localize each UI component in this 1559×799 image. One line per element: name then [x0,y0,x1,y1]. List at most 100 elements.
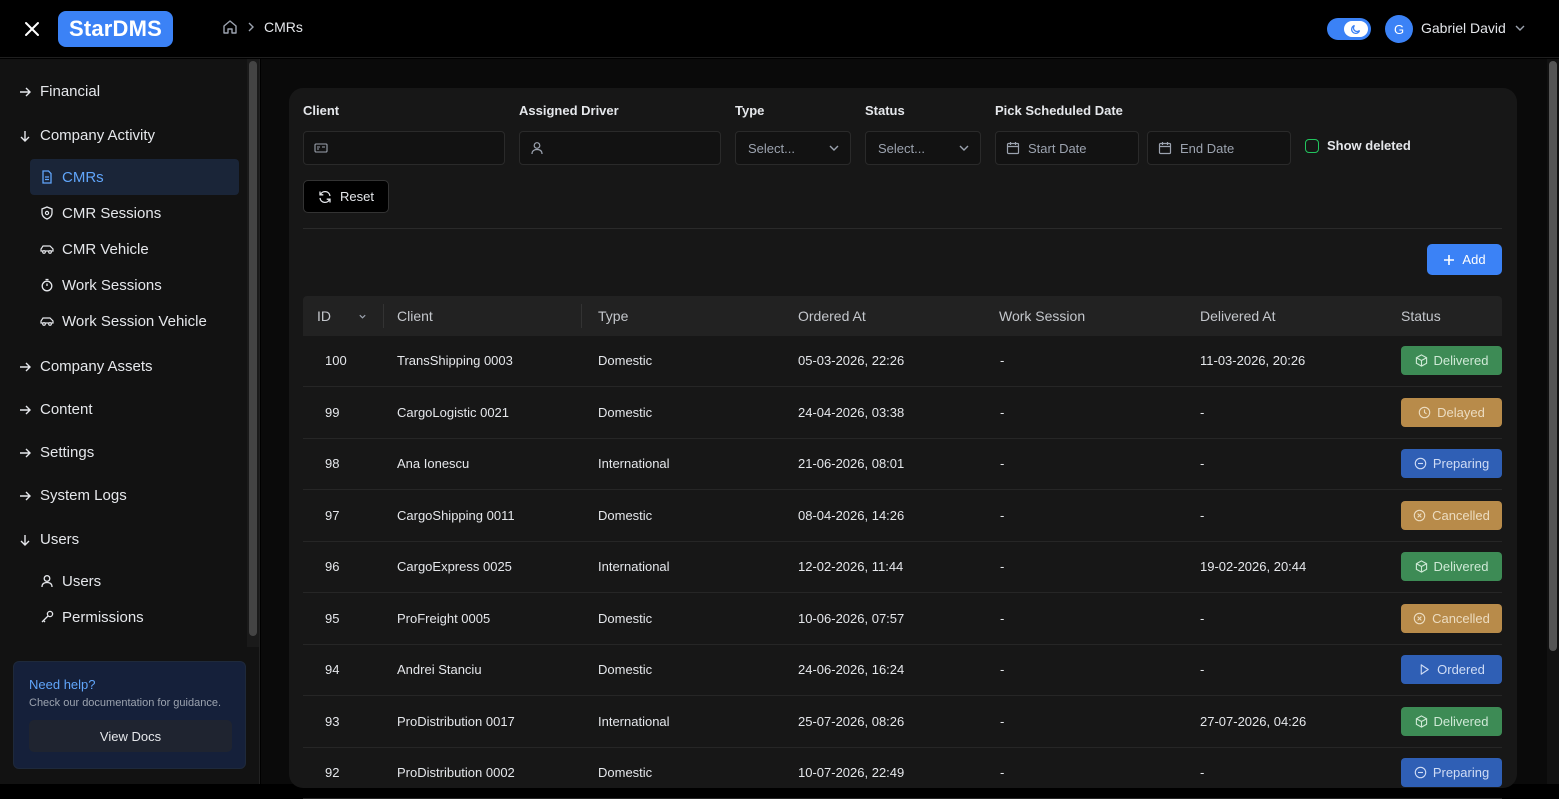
cell-delivered-at: - [1200,456,1205,471]
status-label: Cancelled [1432,507,1490,523]
reset-button[interactable]: Reset [303,180,389,213]
filter-divider [303,228,1502,229]
cell-id: 94 [325,662,340,677]
sidebar-group-settings[interactable]: Settings [18,444,94,461]
key-icon [41,610,54,623]
client-filter-input[interactable] [303,131,505,165]
theme-toggle[interactable] [1327,18,1371,40]
table-row[interactable]: 93 ProDistribution 0017 International 25-07… [303,697,1502,748]
cell-delivered-at: 11-03-2026, 20:26 [1200,353,1306,368]
cell-type: Domestic [598,610,653,626]
sidebar-item-permissions[interactable]: Permissions [30,599,239,635]
reset-label: Reset [340,189,374,204]
table-row[interactable]: 94 Andrei Stanciu Domestic 24-06-2026, 16:2… [303,645,1502,696]
sidebar-item-work-session-vehicle[interactable]: Work Session Vehicle [30,303,239,339]
refresh-icon [319,190,331,203]
cell-id: 99 [325,404,340,420]
cell-work-session: - [1000,559,1005,574]
table-row[interactable]: 92 ProDistribution 0002 Domestic 10-07-2026… [303,748,1502,799]
show-deleted-checkbox[interactable] [1305,138,1319,153]
cell-delivered-at: 27-07-2026, 04:26 [1200,713,1307,729]
view-docs-button[interactable]: View Docs [29,720,232,752]
sidebar-group-content[interactable]: Content [18,401,93,418]
cell-client: CargoShipping 0011 [397,507,515,523]
table-row[interactable]: 99 CargoLogistic 0021 Domestic 24-04-2026, … [303,388,1502,439]
chevron-down-icon [1515,25,1525,31]
sidebar-group-label: System Logs [40,487,127,504]
status-label: Preparing [1432,456,1490,471]
sidebar-item-users[interactable]: Users [30,563,239,599]
status-label: Delayed [1437,404,1485,420]
app-logo[interactable]: StarDMS [58,11,173,47]
avatar[interactable]: G [1385,15,1413,43]
status-badge: Preparing [1401,758,1502,787]
client-filter-label: Client [303,103,340,118]
cell-ordered-at: 24-04-2026, 03:38 [798,404,905,420]
status-badge: Delivered [1401,552,1502,581]
table-row[interactable]: 95 ProFreight 0005 Domestic 10-06-2026, 07:… [303,594,1502,645]
cell-ordered-at: 24-06-2026, 16:24 [798,662,905,677]
status-badge: Ordered [1401,655,1502,684]
column-header-client[interactable]: Client [397,308,433,324]
show-deleted-label: Show deleted [1327,138,1411,153]
start-date-input[interactable]: Start Date [995,131,1139,165]
cell-delivered-at: - [1200,662,1205,677]
type-filter-label: Type [735,103,765,118]
sidebar-item-cmrs[interactable]: CMRs [30,159,239,195]
table-row[interactable]: 96 CargoExpress 0025 International 12-02-20… [303,542,1502,593]
sidebar-group-system-logs[interactable]: System Logs [18,487,127,504]
cell-ordered-at: 10-06-2026, 07:57 [798,610,905,626]
cell-id: 95 [325,610,340,626]
table-row[interactable]: 97 CargoShipping 0011 Domestic 08-04-2026, … [303,491,1502,542]
user-menu[interactable]: Gabriel David [1421,20,1526,36]
type-filter-select[interactable]: Select... [735,131,851,165]
end-date-input[interactable]: End Date [1147,131,1291,165]
column-header-work-session[interactable]: Work Session [999,308,1085,324]
close-sidebar-button[interactable] [20,17,44,41]
minus-circle-icon [1414,457,1427,470]
cell-id: 96 [325,559,340,574]
box-icon [1415,354,1428,367]
status-label: Delivered [1433,713,1489,729]
sidebar-group-company-assets[interactable]: Company Assets [18,358,153,375]
sidebar-group-label: Content [40,401,93,418]
driver-filter-input[interactable] [519,131,721,165]
column-header-status[interactable]: Status [1401,308,1441,324]
sidebar-item-cmr-vehicle[interactable]: CMR Vehicle [30,231,239,267]
cell-type: Domestic [598,507,653,523]
column-separator [383,304,384,328]
sidebar-item-cmr-sessions[interactable]: CMR Sessions [30,195,239,231]
sidebar-group-users[interactable]: Users [18,531,79,548]
x-circle-icon [1413,612,1426,625]
column-header-ordered-at[interactable]: Ordered At [798,308,866,324]
sidebar-group-company-activity[interactable]: Company Activity [18,127,155,144]
cell-work-session: - [1000,765,1005,780]
table-header: ID Client Type Ordered At Work Session D… [303,296,1502,336]
sidebar-group-financial[interactable]: Financial [18,83,100,100]
user-name: Gabriel David [1421,20,1506,36]
arrow-right-icon [20,491,31,500]
status-badge: Cancelled [1401,500,1502,530]
cell-type: Domestic [598,404,653,420]
sidebar-item-work-sessions[interactable]: Work Sessions [30,267,239,303]
sidebar-scrollbar[interactable] [249,61,257,636]
sidebar-item-label: CMRs [62,168,104,186]
main-scrollbar[interactable] [1549,61,1557,651]
cell-delivered-at: - [1200,765,1205,780]
table-row[interactable]: 98 Ana Ionescu International 21-06-2026, 08… [303,439,1502,490]
id-card-icon [314,143,328,153]
clock-icon [1418,406,1431,419]
column-header-type[interactable]: Type [598,308,628,324]
column-header-delivered-at[interactable]: Delivered At [1200,308,1275,324]
sort-chevron-icon[interactable] [358,312,367,321]
add-button[interactable]: Add [1427,244,1502,275]
show-deleted-toggle[interactable]: Show deleted [1305,138,1411,153]
cell-type: Domestic [598,765,653,780]
sidebar-item-label: CMR Sessions [62,204,162,222]
home-icon[interactable] [222,19,238,35]
status-filter-select[interactable]: Select... [865,131,981,165]
cell-type: International [598,559,670,574]
table-row[interactable]: 100 TransShipping 0003 Domestic 05-03-2026,… [303,336,1502,387]
cell-client: Andrei Stanciu [397,662,482,677]
column-header-id[interactable]: ID [317,308,331,324]
